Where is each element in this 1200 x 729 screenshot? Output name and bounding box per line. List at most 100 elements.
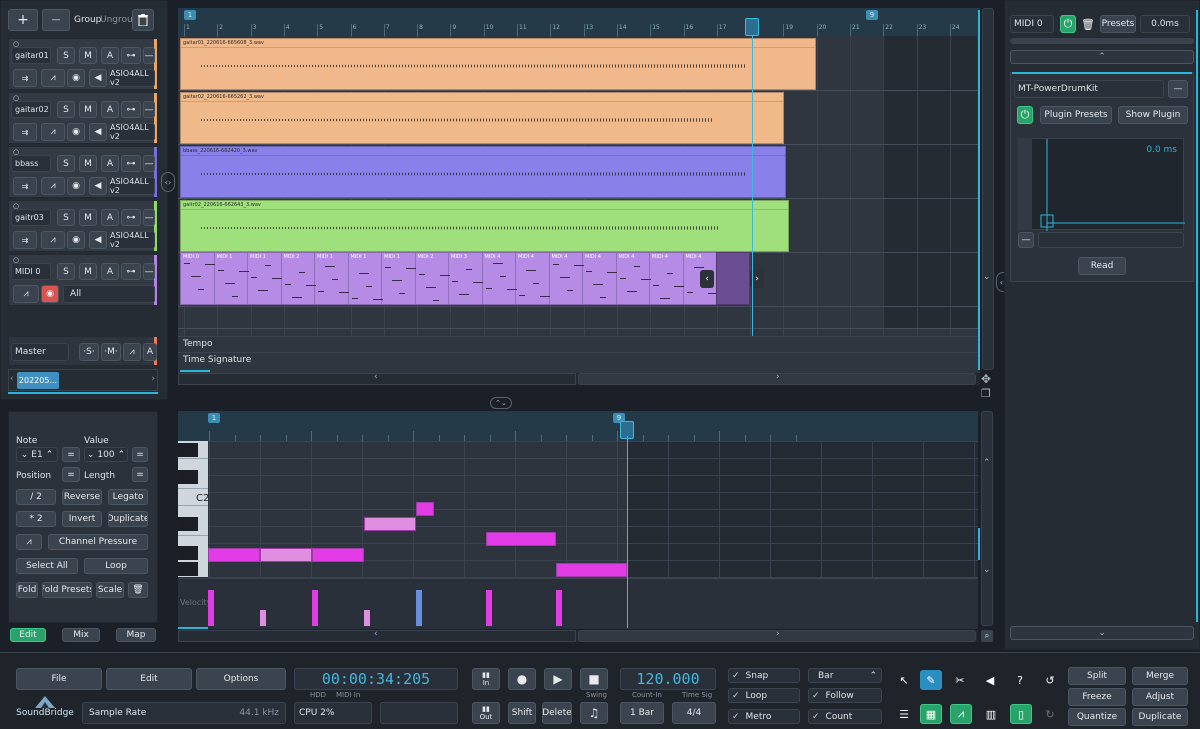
pattern-tab[interactable]: 202205...: [17, 372, 59, 389]
velocity-lane[interactable]: [178, 578, 978, 626]
power-icon[interactable]: ⏻: [1060, 15, 1076, 33]
graph-side-slider[interactable]: [1018, 138, 1032, 230]
master-track-header[interactable]: Master ·S· ·M· ⩘ A: [8, 336, 158, 366]
merge-button[interactable]: Merge: [1132, 667, 1188, 685]
freeze-button[interactable]: Freeze: [1068, 688, 1126, 706]
midi-note[interactable]: [486, 532, 556, 546]
solo-button[interactable]: S: [57, 101, 75, 118]
output-select[interactable]: ASIO4ALL v2: [109, 177, 155, 195]
splitter-handle-left[interactable]: ‹›: [161, 172, 175, 192]
velocity-bar[interactable]: [416, 590, 422, 626]
quantize-button[interactable]: Quantize: [1068, 708, 1126, 726]
midi-clip-segment[interactable]: MIDI 2: [282, 253, 316, 304]
automation-curve-icon[interactable]: ⩘: [41, 231, 65, 249]
time-sig-button[interactable]: 4/4: [672, 702, 716, 724]
black-key[interactable]: [178, 443, 198, 457]
solo-button[interactable]: S: [57, 155, 75, 172]
solo-button[interactable]: S: [57, 263, 75, 280]
invert-button[interactable]: Invert: [62, 511, 102, 527]
undo-icon[interactable]: ↺: [1040, 670, 1060, 690]
edit-menu[interactable]: Edit: [106, 668, 192, 690]
midi-note[interactable]: [208, 548, 260, 562]
collapse-button[interactable]: —: [143, 155, 155, 172]
arm-button[interactable]: A: [101, 101, 119, 118]
splitter-handle-middle[interactable]: ⌃⌄: [490, 397, 512, 409]
midi-note[interactable]: [260, 548, 312, 562]
velocity-selector[interactable]: ⌄ 100 ⌃: [84, 447, 128, 462]
collapse-button[interactable]: —: [143, 209, 155, 226]
inspector-v-scroll[interactable]: [1196, 10, 1198, 622]
plugin-presets-button[interactable]: Plugin Presets: [1040, 106, 1112, 124]
output-select[interactable]: ASIO4ALL v2: [109, 231, 155, 249]
trash-icon[interactable]: [132, 9, 154, 31]
output-select[interactable]: ASIO4ALL v2: [109, 123, 155, 141]
tab-mix[interactable]: Mix: [62, 628, 100, 642]
mute-button[interactable]: M: [79, 155, 97, 172]
track-name[interactable]: gaitar02: [11, 101, 51, 118]
master-mute-button[interactable]: ·M·: [101, 343, 121, 361]
show-plugin-button[interactable]: Show Plugin: [1118, 106, 1188, 124]
arm-button[interactable]: A: [101, 263, 119, 280]
loop-marker-2[interactable]: 9: [866, 10, 878, 20]
input-monitor-icon[interactable]: ⇉: [13, 231, 37, 249]
midi-clip-segment[interactable]: MIDI 4: [550, 253, 584, 304]
mute-tool-icon[interactable]: ◀: [980, 670, 1000, 690]
options-menu[interactable]: Options: [196, 668, 286, 690]
channel-pressure-button[interactable]: Channel Pressure: [48, 534, 148, 550]
delete-button[interactable]: Delete: [542, 702, 572, 724]
pr-h-scroll[interactable]: ‹ ›: [178, 629, 978, 642]
speaker-icon[interactable]: ◀: [89, 123, 107, 141]
presets-button[interactable]: Presets: [1100, 15, 1136, 33]
swing-button[interactable]: ♫: [580, 702, 608, 724]
automation-curve-icon[interactable]: ⩘: [41, 177, 65, 195]
collapse-button[interactable]: —: [143, 263, 155, 280]
tempo-display[interactable]: 120.000: [620, 668, 716, 690]
remove-plugin-button[interactable]: —: [1168, 80, 1188, 98]
midi-clip-segment[interactable]: MIDI 4: [650, 253, 684, 304]
input-monitor-icon[interactable]: ⇉: [13, 123, 37, 141]
track-name[interactable]: gaitr03: [11, 209, 51, 226]
adjust-button[interactable]: Adjust: [1132, 688, 1188, 706]
copy-icon[interactable]: ❐: [981, 387, 991, 400]
half-button[interactable]: / 2: [16, 489, 56, 505]
mute-button[interactable]: M: [79, 47, 97, 64]
arm-button[interactable]: A: [101, 47, 119, 64]
tab-edit[interactable]: Edit: [10, 628, 46, 642]
arm-button[interactable]: A: [101, 155, 119, 172]
black-key[interactable]: [178, 470, 198, 484]
midi-clip-segment[interactable]: MIDI 4: [617, 253, 651, 304]
midi-input-select[interactable]: All: [63, 285, 155, 303]
midi-clip-segment[interactable]: MIDI 3: [449, 253, 483, 304]
double-button[interactable]: * 2: [16, 511, 56, 527]
black-key[interactable]: [178, 517, 198, 531]
tempo-lane[interactable]: [178, 336, 980, 352]
duplicate-button[interactable]: Duplicate: [1132, 708, 1188, 726]
redo-icon[interactable]: ↻: [1040, 704, 1060, 724]
pointer-tool-icon[interactable]: ↖: [894, 670, 914, 690]
metro-toggle[interactable]: ✓ Metro: [728, 709, 800, 724]
pr-v-scroll[interactable]: [981, 411, 993, 626]
remove-track-button[interactable]: —: [42, 9, 70, 31]
note-equals-button[interactable]: =: [62, 447, 80, 462]
velocity-bar[interactable]: [486, 590, 492, 626]
audio-clip[interactable]: gaitr02_220616-662643_3.wav: [180, 200, 789, 252]
midi-clip-segment[interactable]: MIDI 1: [215, 253, 249, 304]
list-view-icon[interactable]: ☰: [894, 704, 914, 724]
black-key[interactable]: [178, 546, 198, 560]
shift-button[interactable]: Shift: [508, 702, 536, 724]
chevron-left-icon[interactable]: ‹: [374, 629, 378, 639]
arrangement-v-scroll[interactable]: [982, 8, 994, 370]
grid-view-icon[interactable]: ▦: [920, 704, 942, 724]
mute-button[interactable]: M: [79, 209, 97, 226]
mute-button[interactable]: M: [79, 101, 97, 118]
chevron-down-icon[interactable]: ⌄: [983, 272, 991, 282]
master-solo-button[interactable]: ·S·: [79, 343, 99, 361]
collapse-up-button[interactable]: ⌃: [1010, 50, 1194, 64]
track-header[interactable]: ○ bbass S M A ⊶ — ⇉ ⩘ ◉ ◀ ASIO4ALL v2: [8, 146, 158, 198]
file-menu[interactable]: File: [16, 668, 102, 690]
loop-toggle[interactable]: ✓ Loop: [728, 688, 800, 703]
move-icon[interactable]: ✥: [981, 372, 991, 386]
loop-notes-button[interactable]: Loop: [84, 558, 148, 574]
audio-clip[interactable]: gaitar01_220616-665608_3.wav: [180, 38, 816, 90]
chevron-up-icon[interactable]: ⌃: [983, 458, 991, 468]
